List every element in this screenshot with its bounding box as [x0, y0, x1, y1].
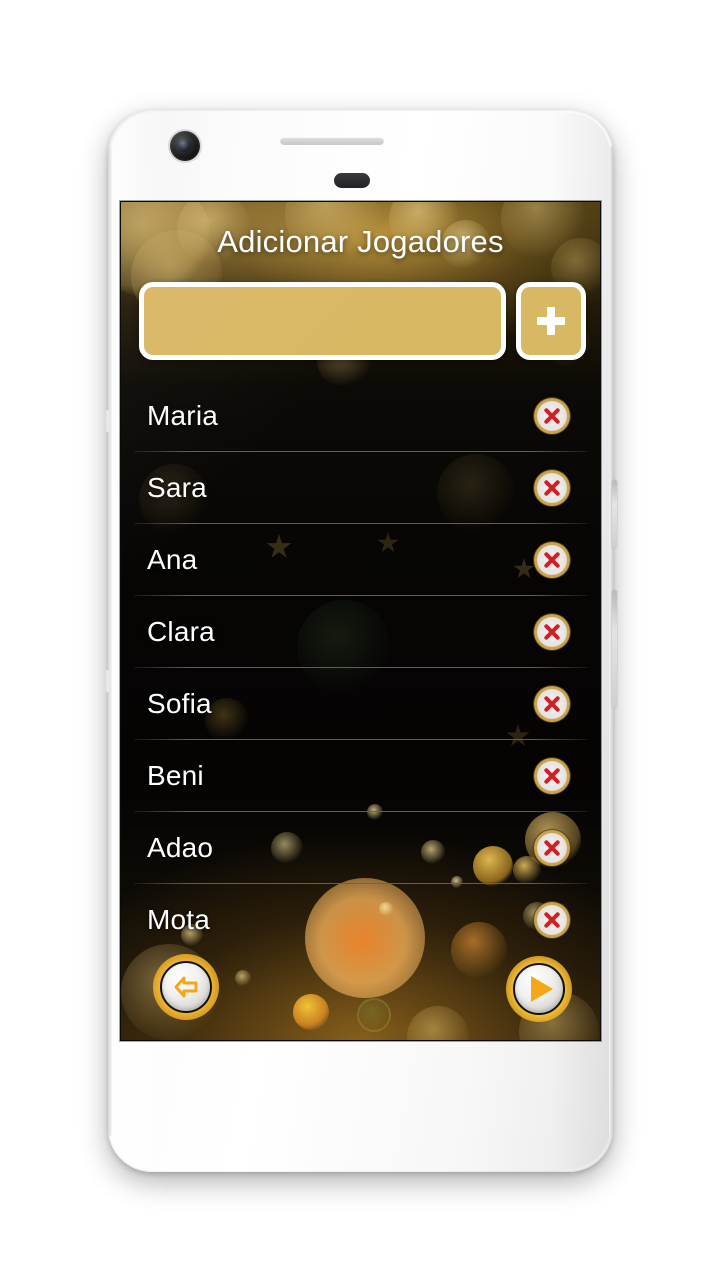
plus-icon [536, 306, 566, 336]
delete-player-button[interactable] [534, 686, 570, 722]
play-button[interactable] [506, 956, 572, 1022]
close-x-icon [543, 767, 561, 785]
player-name: Beni [147, 760, 204, 791]
close-x-icon [543, 407, 561, 425]
close-x-icon [543, 551, 561, 569]
close-x-icon [543, 623, 561, 641]
phone-left-nub-bottom [105, 670, 109, 692]
add-player-row [139, 282, 586, 360]
delete-player-button[interactable] [534, 614, 570, 650]
close-x-icon [543, 479, 561, 497]
player-row: Mota [121, 884, 600, 956]
delete-player-button[interactable] [534, 758, 570, 794]
delete-player-button[interactable] [534, 902, 570, 938]
player-row: Ana [121, 524, 600, 596]
proximity-sensor-icon [334, 173, 370, 188]
delete-player-button[interactable] [534, 830, 570, 866]
close-x-icon [543, 839, 561, 857]
arrow-left-icon [174, 976, 198, 998]
player-list: Maria Sara Ana Clara Sofia Beni Adao Mota [121, 380, 600, 1040]
page-title: Adicionar Jogadores [217, 224, 504, 259]
back-button[interactable] [153, 954, 219, 1020]
front-camera-icon [170, 131, 200, 161]
delete-player-button[interactable] [534, 542, 570, 578]
play-button-disc [513, 963, 565, 1015]
player-name: Clara [147, 616, 215, 647]
player-row: Adao [121, 812, 600, 884]
player-name: Sara [147, 472, 207, 503]
back-button-disc [160, 961, 212, 1013]
player-name: Maria [147, 400, 219, 431]
player-row: Maria [121, 380, 600, 452]
earpiece-speaker-grille [280, 137, 384, 145]
power-button[interactable] [612, 480, 617, 548]
player-name-input[interactable] [139, 282, 506, 360]
delete-player-button[interactable] [534, 398, 570, 434]
play-triangle-icon [531, 976, 553, 1002]
phone-left-nub-top [105, 410, 109, 432]
player-row: Sofia [121, 668, 600, 740]
delete-player-button[interactable] [534, 470, 570, 506]
player-row: Sara [121, 452, 600, 524]
close-x-icon [543, 695, 561, 713]
player-row: Beni [121, 740, 600, 812]
add-player-button[interactable] [516, 282, 586, 360]
phone-left-edge [108, 146, 112, 1136]
close-x-icon [543, 911, 561, 929]
volume-rocker-button[interactable] [612, 590, 617, 708]
player-name: Adao [147, 832, 214, 863]
screenshot-stage: Adicionar Jogadores Maria Sara Ana Clara Sof… [0, 0, 720, 1280]
phone-device-frame: Adicionar Jogadores Maria Sara Ana Clara Sof… [105, 110, 617, 1172]
player-name: Mota [147, 904, 211, 935]
phone-screen: Adicionar Jogadores Maria Sara Ana Clara Sof… [121, 202, 600, 1040]
player-name: Ana [147, 544, 198, 575]
player-name: Sofia [147, 688, 212, 719]
player-row: Clara [121, 596, 600, 668]
